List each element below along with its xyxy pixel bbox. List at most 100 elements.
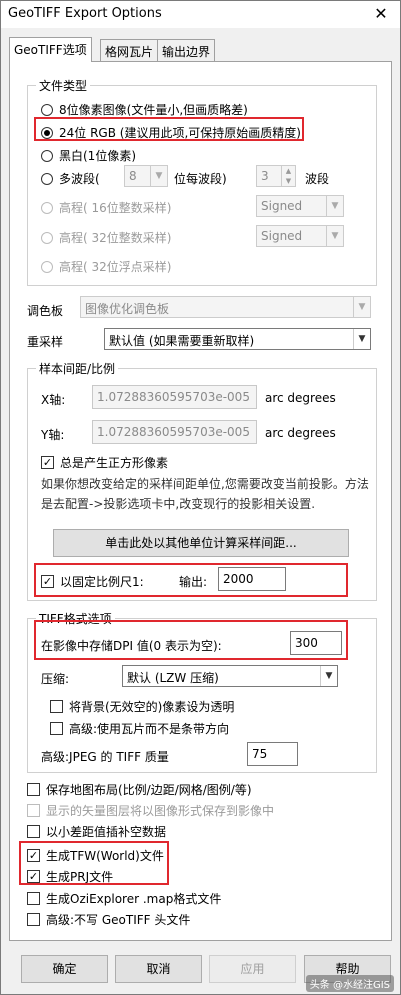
signed-value-2: Signed: [261, 229, 303, 243]
radio-8bit-circle[interactable]: [41, 103, 53, 116]
tab-geotiff-options[interactable]: GeoTIFF选项: [9, 37, 92, 62]
radio-elev-32int-circle[interactable]: [41, 231, 53, 244]
ozi-map-checkbox[interactable]: 生成OziExplorer .map格式文件: [27, 890, 221, 907]
radio-24bit-circle[interactable]: [41, 126, 53, 139]
radio-bw-circle[interactable]: [41, 149, 53, 162]
fixed-scale-checkbox[interactable]: ✓ 以固定比例尺1:: [41, 573, 144, 590]
fill-nodata-label: 以小差距值插补空数据: [46, 825, 167, 839]
generate-prj-check[interactable]: ✓: [27, 870, 40, 883]
transparent-bg-checkbox[interactable]: 将背景(无效空的)像素设为透明: [50, 698, 234, 715]
output-scale-input[interactable]: 2000: [218, 567, 286, 591]
chevron-down-icon[interactable]: ▼: [326, 196, 343, 216]
generate-tfw-checkbox[interactable]: ✓ 生成TFW(World)文件: [27, 847, 164, 864]
apply-button[interactable]: 应用: [209, 955, 296, 983]
compress-select[interactable]: 默认 (LZW 压缩) ▼: [122, 665, 338, 687]
chevron-down-icon[interactable]: ▼: [353, 329, 370, 349]
multiband-count-spinner[interactable]: 3 ▲ ▼: [256, 165, 296, 187]
y-axis-input[interactable]: 1.07288360595703e-005: [92, 420, 257, 444]
chevron-down-icon[interactable]: ▼: [353, 297, 370, 317]
tiff-options-group-label: TIFF格式选项: [36, 610, 115, 627]
radio-elev-32float-circle[interactable]: [41, 260, 53, 273]
radio-elev-16int-circle[interactable]: [41, 201, 53, 214]
cancel-button[interactable]: 取消: [115, 955, 202, 983]
x-axis-label: X轴:: [41, 393, 66, 407]
generate-prj-checkbox[interactable]: ✓ 生成PRJ文件: [27, 868, 113, 885]
palette-value: 图像优化调色板: [85, 302, 170, 316]
title-bar: GeoTIFF Export Options ✕: [1, 1, 400, 28]
use-tiles-checkbox[interactable]: 高级:使用瓦片而不是条带方向: [50, 720, 229, 737]
transparent-bg-check[interactable]: [50, 700, 63, 713]
compress-label: 压缩:: [41, 672, 70, 686]
palette-select[interactable]: 图像优化调色板 ▼: [80, 296, 371, 318]
palette-label: 调色板: [27, 304, 64, 318]
resample-value: 默认值 (如果需要重新取样): [109, 334, 255, 348]
radio-elev-32float[interactable]: 高程( 32位浮点采样): [41, 258, 171, 275]
use-tiles-check[interactable]: [50, 722, 63, 735]
multiband-bits-select[interactable]: 8 ▼: [124, 165, 168, 187]
radio-multiband-label: 多波段(: [59, 172, 100, 186]
sample-spacing-group-label: 样本间距/比例: [36, 360, 119, 377]
radio-bw-label: 黑白(1位像素): [59, 149, 136, 163]
chevron-down-icon[interactable]: ▼: [320, 666, 337, 686]
x-axis-unit: arc degrees: [265, 391, 336, 405]
chevron-down-icon[interactable]: ▼: [326, 226, 343, 246]
fixed-scale-check[interactable]: ✓: [41, 575, 54, 588]
dpi-input[interactable]: 300: [290, 631, 342, 655]
signed-select-2[interactable]: Signed ▼: [256, 225, 344, 247]
radio-black-white[interactable]: 黑白(1位像素): [41, 147, 136, 164]
square-pixels-checkbox[interactable]: ✓ 总是产生正方形像素: [41, 454, 168, 471]
signed-value-1: Signed: [261, 199, 303, 213]
output-scale-label: 输出:: [179, 575, 208, 589]
y-axis-unit: arc degrees: [265, 426, 336, 440]
resample-select[interactable]: 默认值 (如果需要重新取样) ▼: [104, 328, 371, 350]
radio-24bit-label: 24位 RGB (建议用此项,可保持原始画质精度): [59, 126, 301, 140]
calc-spacing-button[interactable]: 单击此处以其他单位计算采样间距...: [53, 529, 349, 557]
radio-multiband-circle[interactable]: [41, 172, 53, 185]
ozi-map-label: 生成OziExplorer .map格式文件: [46, 892, 222, 906]
multiband-bits-value: 8: [129, 169, 137, 183]
no-geotiff-header-check[interactable]: [27, 913, 40, 926]
tab-output-bounds[interactable]: 输出边界: [157, 39, 216, 61]
save-layout-check[interactable]: [27, 783, 40, 796]
vector-as-image-checkbox[interactable]: 显示的矢量图层将以图像形式保存到影像中: [27, 802, 274, 819]
close-icon[interactable]: ✕: [370, 4, 392, 23]
compress-value: 默认 (LZW 压缩): [127, 671, 219, 685]
radio-elev-32int[interactable]: 高程( 32位整数采样): [41, 229, 171, 246]
generate-prj-label: 生成PRJ文件: [46, 870, 114, 884]
square-pixels-check[interactable]: ✓: [41, 456, 54, 469]
multiband-count-suffix: 波段: [305, 172, 330, 186]
no-geotiff-header-label: 高级:不写 GeoTIFF 头文件: [46, 913, 191, 927]
multiband-bits-suffix: 位每波段): [174, 172, 227, 186]
tab-grid-tiles[interactable]: 格网瓦片: [100, 39, 159, 61]
generate-tfw-check[interactable]: ✓: [27, 849, 40, 862]
export-options-window: GeoTIFF Export Options ✕ GeoTIFF选项 格网瓦片 …: [0, 0, 401, 995]
multiband-count-value: 3: [261, 169, 269, 183]
save-layout-checkbox[interactable]: 保存地图布局(比例/边距/网格/图例/等): [27, 781, 252, 798]
resample-label: 重采样: [27, 335, 64, 349]
chevron-down-icon[interactable]: ▼: [150, 166, 167, 186]
sample-spacing-group: 样本间距/比例 X轴: 1.07288360595703e-005 arc de…: [27, 360, 377, 601]
radio-elev-16int[interactable]: 高程( 16位整数采样): [41, 199, 171, 216]
fill-nodata-checkbox[interactable]: 以小差距值插补空数据: [27, 823, 166, 840]
tab-panel: 文件类型 8位像素图像(文件量小,但画质略差) 24位 RGB (建议用此项,可…: [9, 61, 392, 941]
no-geotiff-header-checkbox[interactable]: 高级:不写 GeoTIFF 头文件: [27, 911, 190, 928]
file-type-group-label: 文件类型: [36, 77, 91, 94]
square-pixels-label: 总是产生正方形像素: [60, 456, 169, 470]
signed-select-1[interactable]: Signed ▼: [256, 195, 344, 217]
radio-24bit-rgb[interactable]: 24位 RGB (建议用此项,可保持原始画质精度): [41, 124, 301, 141]
radio-8bit[interactable]: 8位像素图像(文件量小,但画质略差): [41, 101, 248, 118]
x-axis-input[interactable]: 1.07288360595703e-005: [92, 385, 257, 409]
spacing-description: 如果你想改变给定的采样间距单位,您需要改变当前投影。方法是去配置->投影选项卡中…: [41, 477, 369, 511]
ozi-map-check[interactable]: [27, 892, 40, 905]
y-axis-label: Y轴:: [41, 428, 65, 442]
vector-as-image-label: 显示的矢量图层将以图像形式保存到影像中: [46, 804, 275, 818]
jpeg-quality-input[interactable]: 75: [247, 742, 298, 766]
spinner-arrows-icon[interactable]: ▲ ▼: [281, 166, 295, 186]
ok-button[interactable]: 确定: [21, 955, 108, 983]
file-type-group: 文件类型 8位像素图像(文件量小,但画质略差) 24位 RGB (建议用此项,可…: [27, 77, 377, 286]
radio-elev-16int-label: 高程( 16位整数采样): [59, 201, 172, 215]
radio-elev-32int-label: 高程( 32位整数采样): [59, 231, 172, 245]
fill-nodata-check[interactable]: [27, 825, 40, 838]
vector-as-image-check[interactable]: [27, 804, 40, 817]
radio-multiband[interactable]: 多波段(: [41, 170, 100, 187]
